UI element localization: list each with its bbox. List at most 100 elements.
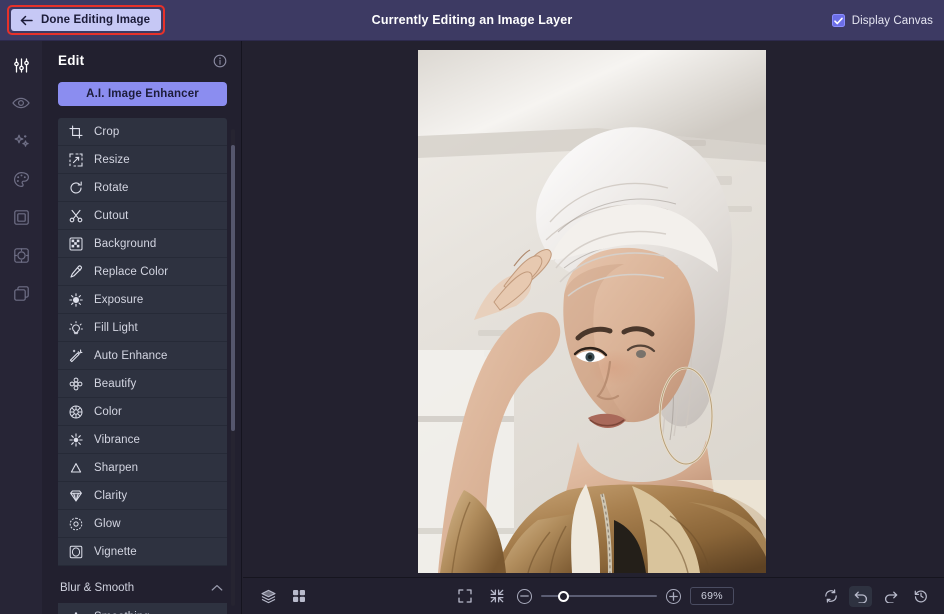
canvas-area[interactable] <box>243 41 944 577</box>
portrait-photo <box>418 50 766 573</box>
flower-icon <box>69 377 83 391</box>
rail-item-color[interactable] <box>7 166 35 192</box>
zoom-in-button[interactable] <box>666 588 681 604</box>
zoom-slider-handle[interactable] <box>558 590 569 602</box>
info-icon[interactable] <box>213 54 227 68</box>
edit-tools-list: Crop Resize Rotate Cutout Background Rep… <box>42 118 241 614</box>
menu-item-glow[interactable]: Glow <box>58 510 227 538</box>
edit-panel: Edit A.I. Image Enhancer Crop Resize Rot… <box>42 41 242 614</box>
group-blur-and-smooth[interactable]: Blur & Smooth <box>58 573 227 603</box>
image-editor-app: Done Editing Image Currently Editing an … <box>0 0 944 614</box>
chevron-up-icon <box>211 584 223 592</box>
reset-icon <box>824 589 838 603</box>
zoom-slider[interactable] <box>541 589 657 603</box>
panel-scrollbar-thumb[interactable] <box>231 145 235 431</box>
grid-button[interactable] <box>287 586 310 607</box>
menu-item-color[interactable]: Color <box>58 398 227 426</box>
layers-copy-icon <box>13 285 30 302</box>
enhancer-button-wrap: A.I. Image Enhancer <box>42 80 241 116</box>
menu-item-smoothing[interactable]: Smoothing <box>58 603 227 614</box>
menu-item-replace-color[interactable]: Replace Color <box>58 258 227 286</box>
crop-icon <box>69 124 83 139</box>
rail-item-adjustments[interactable] <box>7 52 35 78</box>
focus-icon <box>13 247 30 264</box>
reset-button[interactable] <box>819 586 842 607</box>
edit-panel-header: Edit <box>42 41 241 80</box>
menu-item-auto-enhance[interactable]: Auto Enhance <box>58 342 227 370</box>
undo-button[interactable] <box>849 585 872 607</box>
menu-item-exposure[interactable]: Exposure <box>58 286 227 314</box>
ai-image-enhancer-button[interactable]: A.I. Image Enhancer <box>58 82 227 106</box>
shrink-to-fit-button[interactable] <box>485 586 508 607</box>
glow-gear-icon <box>69 517 83 531</box>
menu-item-label: Sharpen <box>94 461 139 474</box>
menu-item-label: Background <box>94 237 157 250</box>
rail-item-layers-copy[interactable] <box>7 280 35 306</box>
zoom-level-value[interactable]: 69% <box>690 587 734 605</box>
triangle-icon <box>69 461 83 475</box>
fit-to-screen-button[interactable] <box>453 586 476 607</box>
menu-item-fill-light[interactable]: Fill Light <box>58 314 227 342</box>
display-canvas-checkbox[interactable] <box>831 14 845 27</box>
color-wheel-icon <box>69 405 83 419</box>
redo-button[interactable] <box>879 586 902 607</box>
history-icon <box>914 589 928 603</box>
collapse-icon <box>490 589 504 603</box>
menu-item-clarity[interactable]: Clarity <box>58 482 227 510</box>
menu-item-label: Auto Enhance <box>94 349 168 362</box>
menu-item-label: Replace Color <box>94 265 169 278</box>
zoom-out-button[interactable] <box>517 588 532 604</box>
history-controls <box>819 585 932 607</box>
menu-item-cutout[interactable]: Cutout <box>58 202 227 230</box>
diamond-icon <box>69 489 83 503</box>
menu-item-sharpen[interactable]: Sharpen <box>58 454 227 482</box>
menu-item-label: Vibrance <box>94 433 140 446</box>
tool-rail <box>0 41 42 614</box>
menu-item-vibrance[interactable]: Vibrance <box>58 426 227 454</box>
menu-item-label: Cutout <box>94 209 129 222</box>
menu-item-label: Color <box>94 405 122 418</box>
layers-icon <box>261 589 276 604</box>
menu-item-resize[interactable]: Resize <box>58 146 227 174</box>
edit-panel-title: Edit <box>58 53 85 68</box>
expand-icon <box>457 589 472 603</box>
rail-item-effects[interactable] <box>7 128 35 154</box>
rail-item-focus[interactable] <box>7 242 35 268</box>
palette-icon <box>13 171 30 188</box>
menu-item-label: Crop <box>94 125 120 138</box>
menu-item-rotate[interactable]: Rotate <box>58 174 227 202</box>
menu-item-label: Fill Light <box>94 321 138 334</box>
rail-item-visibility[interactable] <box>7 90 35 116</box>
menu-item-crop[interactable]: Crop <box>58 118 227 146</box>
menu-item-vignette[interactable]: Vignette <box>58 538 227 566</box>
bottom-toolbar: 69% <box>243 577 944 614</box>
layers-button[interactable] <box>257 586 280 607</box>
menu-item-background[interactable]: Background <box>58 230 227 258</box>
rail-item-frame[interactable] <box>7 204 35 230</box>
lightbulb-icon <box>69 320 83 335</box>
done-editing-image-button[interactable]: Done Editing Image <box>11 9 162 31</box>
grid-icon <box>292 589 306 603</box>
sparkles-icon <box>13 133 30 150</box>
menu-item-label: Glow <box>94 517 121 530</box>
resize-icon <box>69 152 83 167</box>
checkerboard-icon <box>69 237 83 251</box>
menu-item-label: Resize <box>94 153 130 166</box>
vignette-icon <box>69 545 83 559</box>
image-layer[interactable] <box>418 50 766 573</box>
rotate-icon <box>69 180 83 195</box>
bottom-left-tools <box>257 586 310 607</box>
sun-icon <box>69 292 83 307</box>
scissors-icon <box>69 209 83 223</box>
menu-item-label: Smoothing <box>94 611 150 614</box>
magic-wand-icon <box>69 348 83 363</box>
history-button[interactable] <box>909 586 932 607</box>
arrow-left-icon <box>20 15 33 26</box>
display-canvas-toggle[interactable]: Display Canvas <box>831 0 933 41</box>
menu-item-label: Rotate <box>94 181 129 194</box>
menu-item-label: Beautify <box>94 377 137 390</box>
done-editing-highlight: Done Editing Image <box>7 5 166 35</box>
redo-icon <box>884 589 898 603</box>
menu-item-beautify[interactable]: Beautify <box>58 370 227 398</box>
menu-item-label: Clarity <box>94 489 128 502</box>
